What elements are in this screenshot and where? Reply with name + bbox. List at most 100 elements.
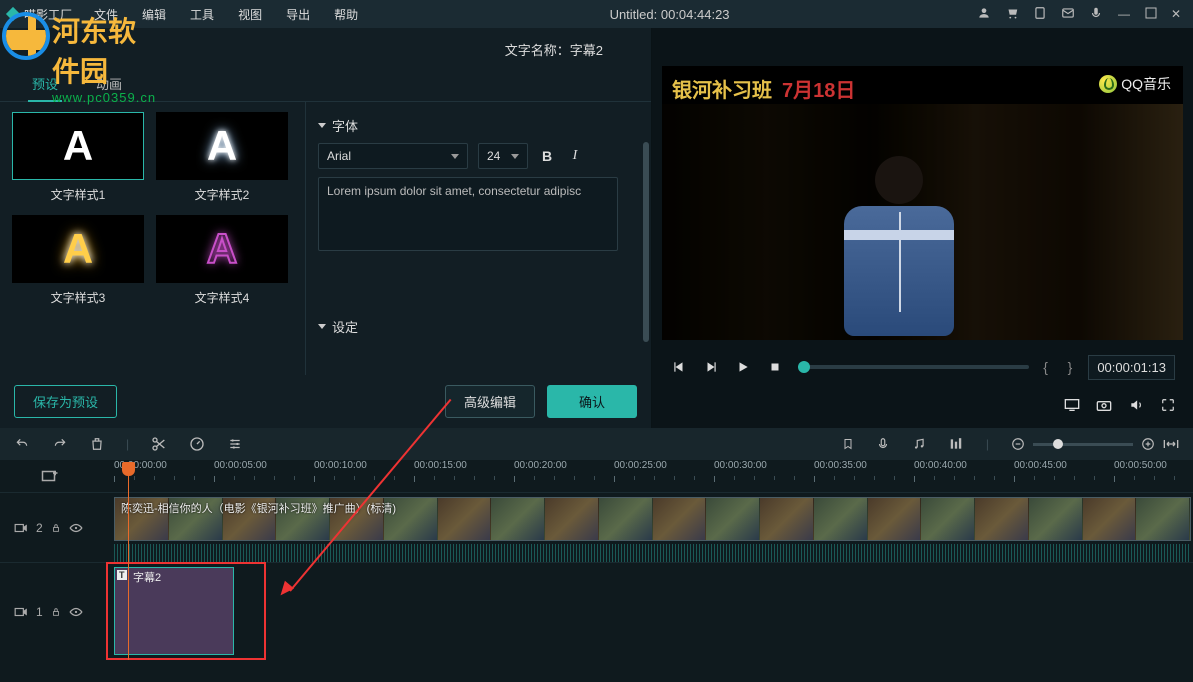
clip-title: 陈奕迅-相信你的人（电影《银河补习班》推广曲）(标清) xyxy=(121,500,396,516)
settings-section-toggle[interactable]: 设定 xyxy=(318,317,635,336)
markers-display: { } xyxy=(1043,359,1074,375)
zoom-in-button[interactable] xyxy=(1141,437,1155,451)
menu-tools[interactable]: 工具 xyxy=(186,4,218,25)
menu-help[interactable]: 帮助 xyxy=(330,4,362,25)
text-style-1[interactable]: A 文字样式1 xyxy=(12,112,144,203)
cart-icon[interactable] xyxy=(1005,6,1019,23)
undo-button[interactable] xyxy=(14,437,30,451)
speed-button[interactable] xyxy=(189,436,205,452)
titlebar: 喵影工厂 文件 编辑 工具 视图 导出 帮助 Untitled: 00:04:4… xyxy=(0,0,1193,28)
advanced-edit-button[interactable]: 高级编辑 xyxy=(445,385,535,418)
mic-icon[interactable] xyxy=(1089,6,1103,23)
video-track-1-head: 1 xyxy=(0,562,100,660)
notify-icon[interactable] xyxy=(1033,6,1047,23)
preview-panel: 银河补习班7月18日 QQ音乐 { } 00:00:01:13 xyxy=(652,28,1193,428)
text-styles-grid: A 文字样式1 A 文字样式2 A 文字样式3 A 文字样式4 xyxy=(0,102,305,375)
audio-waveform xyxy=(114,544,1191,562)
text-style-3[interactable]: A 文字样式3 xyxy=(12,215,144,306)
text-clip[interactable]: T 字幕2 xyxy=(114,567,234,655)
tab-preset[interactable]: 预设 xyxy=(28,68,62,101)
video-track-2-head: 2 xyxy=(0,492,100,562)
next-frame-button[interactable] xyxy=(702,358,720,376)
save-preset-button[interactable]: 保存为预设 xyxy=(14,385,117,418)
visibility-icon[interactable] xyxy=(69,523,83,533)
app-logo-icon xyxy=(6,7,20,21)
playhead[interactable] xyxy=(128,464,129,660)
settings-button[interactable] xyxy=(227,437,243,451)
zoom-fit-button[interactable] xyxy=(1163,438,1179,450)
ruler-tick: 00:00:05:00 xyxy=(214,460,267,471)
volume-icon[interactable] xyxy=(1127,396,1145,414)
timeline: 00:00:00:0000:00:05:0000:00:10:0000:00:1… xyxy=(0,460,1193,660)
ruler-tick: 00:00:35:00 xyxy=(814,460,867,471)
stop-button[interactable] xyxy=(766,358,784,376)
menu-file[interactable]: 文件 xyxy=(90,4,122,25)
italic-button[interactable]: I xyxy=(566,148,584,164)
text-name-label: 文字名称：字幕2 xyxy=(505,40,603,59)
timeline-toolbar: | | xyxy=(0,428,1193,460)
ruler-tick: 00:00:40:00 xyxy=(914,460,967,471)
video-clip[interactable]: 陈奕迅-相信你的人（电影《银河补习班》推广曲）(标清) xyxy=(114,497,1191,541)
redo-button[interactable] xyxy=(52,437,68,451)
transport-bar: { } 00:00:01:13 xyxy=(662,340,1183,394)
font-section-toggle[interactable]: 字体 xyxy=(318,116,635,135)
play-button[interactable] xyxy=(734,358,752,376)
message-icon[interactable] xyxy=(1061,6,1075,23)
snapshot-icon[interactable] xyxy=(1095,396,1113,414)
marker-icon[interactable] xyxy=(842,436,854,452)
menu-view[interactable]: 视图 xyxy=(234,4,266,25)
lock-icon[interactable] xyxy=(51,522,61,534)
zoom-slider[interactable] xyxy=(1033,443,1133,446)
text-name-value: 字幕2 xyxy=(570,43,603,58)
split-button[interactable] xyxy=(151,436,167,452)
font-family-select[interactable]: Arial xyxy=(318,143,468,169)
video-track-icon xyxy=(14,522,28,534)
menu-edit[interactable]: 编辑 xyxy=(138,4,170,25)
preview-progress[interactable] xyxy=(798,365,1029,369)
text-clip-label: 字幕2 xyxy=(133,569,161,585)
ruler-tick: 00:00:45:00 xyxy=(1014,460,1067,471)
main-menu: 文件 编辑 工具 视图 导出 帮助 xyxy=(90,4,362,25)
app-name: 喵影工厂 xyxy=(24,6,72,23)
ruler-tick: 00:00:50:00 xyxy=(1114,460,1167,471)
properties-scrollbar[interactable] xyxy=(643,142,649,375)
timeline-zoom xyxy=(1011,437,1179,451)
confirm-button[interactable]: 确认 xyxy=(547,385,637,418)
ruler-tick: 00:00:15:00 xyxy=(414,460,467,471)
tab-animation[interactable]: 动画 xyxy=(92,68,126,101)
lock-icon[interactable] xyxy=(51,606,61,618)
track-number: 1 xyxy=(36,605,43,619)
fullscreen-icon[interactable] xyxy=(1159,396,1177,414)
text-content-input[interactable]: Lorem ipsum dolor sit amet, consectetur … xyxy=(318,177,618,251)
visibility-icon[interactable] xyxy=(69,607,83,617)
record-icon[interactable] xyxy=(876,436,890,452)
timecode-display: 00:00:01:13 xyxy=(1088,355,1175,380)
add-track-button[interactable] xyxy=(0,468,100,484)
document-title: Untitled: 00:04:44:23 xyxy=(368,7,971,22)
mixer-icon[interactable] xyxy=(948,437,964,451)
text-properties: 字体 Arial 24 B I Lorem ipsum dolor sit am… xyxy=(305,102,651,375)
text-clip-badge: T xyxy=(117,570,127,580)
screen-icon[interactable] xyxy=(1063,396,1081,414)
minimize-button[interactable]: ― xyxy=(1117,7,1131,21)
ruler-tick: 00:00:25:00 xyxy=(614,460,667,471)
video-track-icon xyxy=(14,606,28,618)
delete-button[interactable] xyxy=(90,436,104,452)
audio-icon[interactable] xyxy=(912,436,926,452)
track-number: 2 xyxy=(36,521,43,535)
font-size-select[interactable]: 24 xyxy=(478,143,528,169)
zoom-out-button[interactable] xyxy=(1011,437,1025,451)
text-style-4[interactable]: A 文字样式4 xyxy=(156,215,288,306)
maximize-button[interactable] xyxy=(1145,7,1157,22)
timeline-ruler[interactable]: 00:00:00:0000:00:05:0000:00:10:0000:00:1… xyxy=(100,460,1193,492)
video-preview[interactable]: 银河补习班7月18日 QQ音乐 xyxy=(662,66,1183,340)
bold-button[interactable]: B xyxy=(538,148,556,164)
ruler-tick: 00:00:20:00 xyxy=(514,460,567,471)
menu-export[interactable]: 导出 xyxy=(282,4,314,25)
prev-frame-button[interactable] xyxy=(670,358,688,376)
text-style-2[interactable]: A 文字样式2 xyxy=(156,112,288,203)
close-button[interactable]: ✕ xyxy=(1171,7,1185,21)
qq-music-icon xyxy=(1099,75,1117,93)
qq-music-badge: QQ音乐 xyxy=(1099,74,1171,94)
account-icon[interactable] xyxy=(977,6,991,23)
